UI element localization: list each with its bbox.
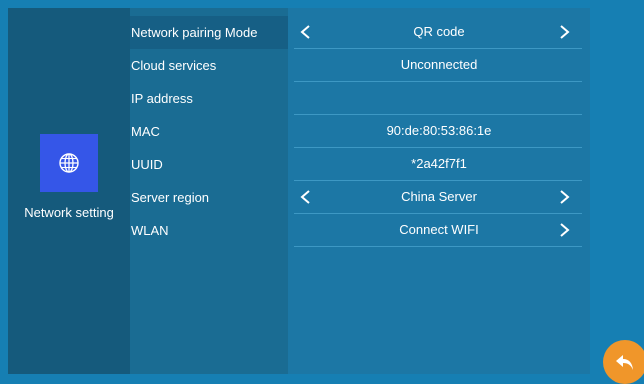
globe-icon: [59, 153, 79, 173]
setting-label-mac[interactable]: MAC: [130, 115, 288, 148]
network-setting-tile[interactable]: [40, 134, 98, 192]
setting-value-row-network-pairing-mode[interactable]: QR code: [288, 16, 590, 49]
settings-label-column: Network pairing Mode Cloud services IP a…: [130, 8, 288, 374]
setting-value-row-server-region[interactable]: China Server: [288, 181, 590, 214]
row-divider: [294, 246, 582, 247]
network-pairing-mode-value: QR code: [413, 24, 465, 39]
back-arrow-icon: [616, 355, 633, 370]
back-button[interactable]: [603, 340, 644, 384]
setting-value-row-cloud-services: Unconnected: [288, 49, 590, 82]
setting-label-ip-address[interactable]: IP address: [130, 82, 288, 115]
setting-value-row-uuid: *2a42f7f1: [288, 148, 590, 181]
chevron-right-icon[interactable]: [556, 189, 572, 205]
uuid-value: *2a42f7f1: [411, 156, 467, 171]
setting-value-row-mac: 90:de:80:53:86:1e: [288, 115, 590, 148]
top-band: [0, 0, 644, 8]
bottom-band: [0, 374, 644, 382]
setting-label-network-pairing-mode[interactable]: Network pairing Mode: [130, 16, 288, 49]
settings-value-column: QR code Unconnected 90:de:80:53:86:1e *2…: [288, 8, 590, 374]
setting-label-wlan[interactable]: WLAN: [130, 214, 288, 247]
server-region-value: China Server: [401, 189, 477, 204]
setting-label-uuid[interactable]: UUID: [130, 148, 288, 181]
mac-value: 90:de:80:53:86:1e: [386, 123, 492, 138]
right-margin: [590, 8, 644, 374]
setting-value-row-wlan[interactable]: Connect WIFI: [288, 214, 590, 247]
wlan-value: Connect WIFI: [399, 222, 479, 237]
cloud-services-value: Unconnected: [400, 57, 478, 72]
chevron-right-icon[interactable]: [556, 222, 572, 238]
sidebar: Network setting: [8, 8, 130, 374]
chevron-right-icon[interactable]: [556, 24, 572, 40]
setting-value-row-ip-address: [288, 82, 590, 115]
setting-label-server-region[interactable]: Server region: [130, 181, 288, 214]
setting-label-cloud-services[interactable]: Cloud services: [130, 49, 288, 82]
network-setting-label: Network setting: [24, 205, 114, 220]
